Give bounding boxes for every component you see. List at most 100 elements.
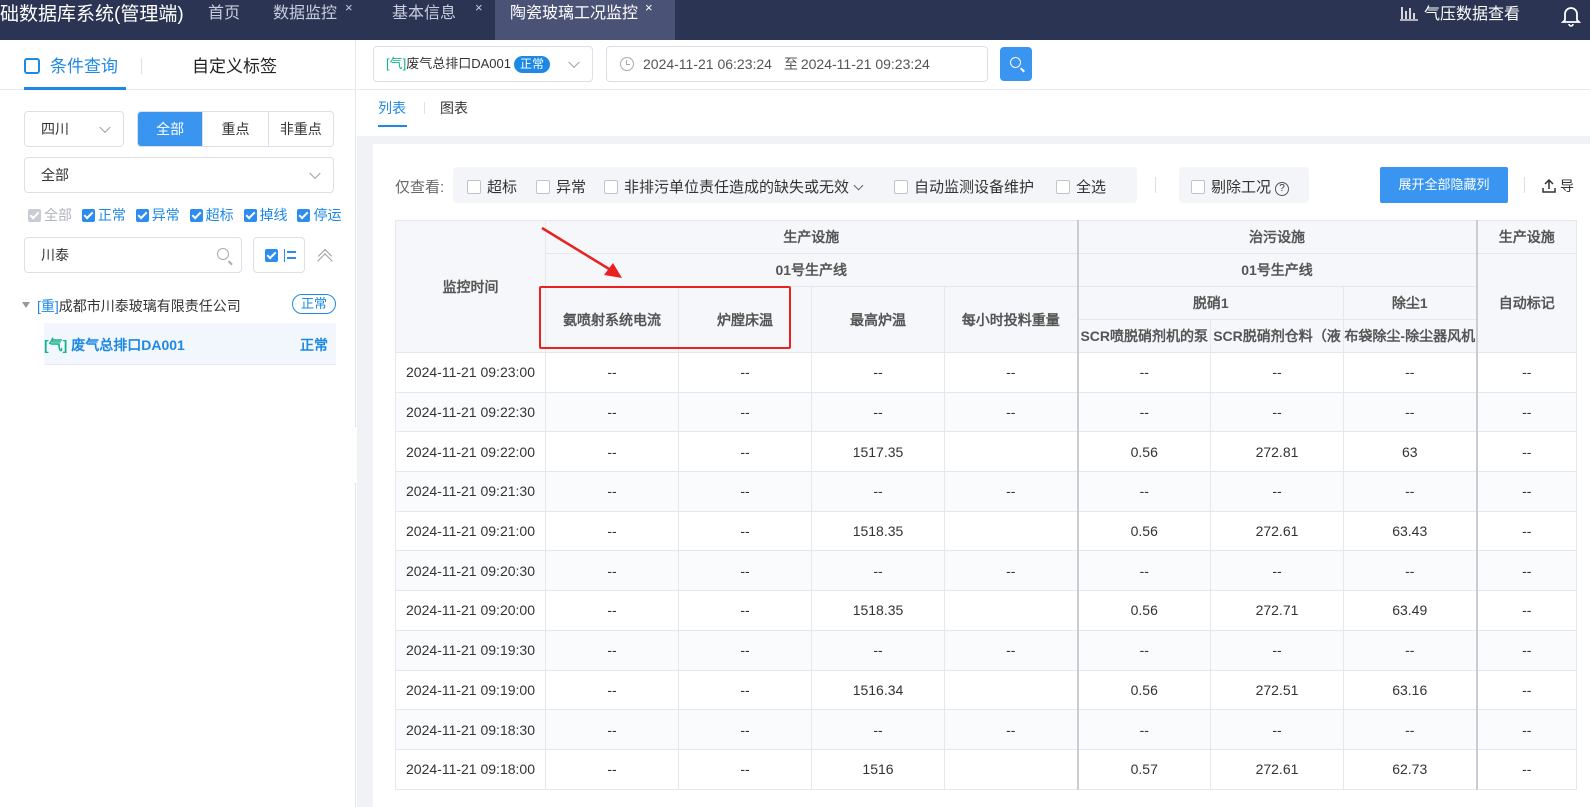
help-icon[interactable]: ? xyxy=(1275,182,1290,196)
table-cell: -- xyxy=(678,352,812,393)
table-cell: 1517.35 xyxy=(811,431,945,473)
table-cell: 0.57 xyxy=(1076,748,1211,790)
expand-hidden-columns-button[interactable]: 展开全部隐藏列 xyxy=(1380,167,1508,203)
tree-check-toggle[interactable] xyxy=(253,237,305,273)
pressure-data-label: 气压数据查看 xyxy=(1423,6,1520,23)
checkbox[interactable] xyxy=(1191,180,1205,194)
table-cell: -- xyxy=(811,629,945,671)
clock-icon xyxy=(620,57,634,71)
checkbox-stopped[interactable] xyxy=(297,209,311,222)
annotation-arrow xyxy=(541,226,622,278)
outlet-select[interactable]: [气]废气总排口DA001 正常 xyxy=(373,46,593,82)
tab-label: 数据监控 xyxy=(273,5,338,22)
filter-label: 仅查看: xyxy=(395,179,445,196)
chevron-down-icon[interactable] xyxy=(853,180,864,191)
col-header-time[interactable]: 监控时间 xyxy=(395,220,546,353)
col-header-bag-filter-fan[interactable]: 布袋除尘-除尘器风机 xyxy=(1343,319,1477,353)
col-header-scr-silo[interactable]: SCR脱硝剂仓料（液 xyxy=(1210,319,1344,353)
checkbox[interactable] xyxy=(1056,180,1070,194)
checkbox-label: 掉线 xyxy=(259,207,288,223)
table-cell: -- xyxy=(1343,550,1477,592)
sub-header-dust: 除尘1 xyxy=(1343,286,1477,320)
table-cell: -- xyxy=(678,629,812,671)
filter-maintenance[interactable]: 自动监测设备维护 xyxy=(894,176,1034,197)
filter-exceed[interactable]: 超标 xyxy=(467,176,517,197)
checkbox-label: 正常 xyxy=(97,207,126,223)
checkbox[interactable] xyxy=(536,180,550,194)
group-header-production-2: 生产设施 xyxy=(1475,220,1577,254)
table-cell: -- xyxy=(1076,352,1211,393)
tab-basic-info[interactable]: 基本信息 × xyxy=(364,0,495,40)
col-header-scr-pump[interactable]: SCR喷脱硝剂机的泵 xyxy=(1076,319,1211,353)
table-cell: -- xyxy=(811,709,945,750)
segment-non-key[interactable]: 非重点 xyxy=(267,112,333,146)
pressure-data-link[interactable]: 气压数据查看 xyxy=(1399,0,1520,40)
tab-label: 基本信息 xyxy=(392,5,457,22)
table-cell: -- xyxy=(545,352,679,393)
checkbox-abnormal[interactable] xyxy=(135,209,149,222)
search-button[interactable] xyxy=(1000,47,1032,81)
table-cell: -- xyxy=(1076,550,1211,592)
table-cell: -- xyxy=(1475,669,1577,711)
checkbox-all xyxy=(28,209,41,222)
table-cell: -- xyxy=(545,709,679,750)
tab-data-monitor[interactable]: 数据监控 × xyxy=(257,0,364,40)
tab-list[interactable]: 列表 xyxy=(378,98,406,118)
filter-select-all[interactable]: 全选 xyxy=(1056,176,1106,197)
checkbox[interactable] xyxy=(604,180,618,194)
close-icon[interactable]: × xyxy=(475,0,483,22)
tab-ceramic-glass-monitor[interactable]: 陶瓷玻璃工况监控 × xyxy=(495,0,675,40)
type-select[interactable]: 全部 xyxy=(24,157,334,193)
bell-icon[interactable] xyxy=(1560,5,1582,27)
filter-abnormal[interactable]: 异常 xyxy=(536,176,586,197)
app-title: 础数据库系统(管理端) xyxy=(0,4,184,25)
col-header-auto-mark[interactable]: 自动标记 xyxy=(1475,253,1577,353)
col-header-max-furnace-temp[interactable]: 最高炉温 xyxy=(811,286,945,353)
region-select[interactable]: 四川 xyxy=(24,111,124,147)
filter-non-liable-missing[interactable]: 非排污单位责任造成的缺失或无效 xyxy=(604,176,864,197)
segment-key[interactable]: 重点 xyxy=(202,112,267,146)
table-cell: -- xyxy=(545,510,679,552)
tree-node-outlet[interactable]: [气] 废气总排口DA001 正常 xyxy=(44,323,336,365)
filter-group: 超标 异常 非排污单位责任造成的缺失或无效 自动监测设备维护 全选 xyxy=(453,167,1137,203)
tab-condition-query[interactable]: 条件查询 xyxy=(24,52,118,77)
export-button[interactable]: 导 xyxy=(1542,176,1574,196)
table-cell xyxy=(944,748,1078,790)
table-cell: -- xyxy=(678,391,812,433)
tab-chart[interactable]: 图表 xyxy=(440,98,468,118)
chevron-down-icon xyxy=(568,56,580,69)
cell-time: 2024-11-21 09:22:30 xyxy=(395,391,546,433)
tab-custom-tags[interactable]: 自定义标签 xyxy=(192,52,277,77)
table-cell: -- xyxy=(1475,629,1577,671)
tab-label: 陶瓷玻璃工况监控 xyxy=(510,5,639,22)
date-end: 2024-11-21 09:23:24 xyxy=(800,56,930,72)
query-toolbar: [气]废气总排口DA001 正常 2024-11-21 06:23:24 至 202… xyxy=(357,40,1590,90)
table-cell: 1518.35 xyxy=(811,590,945,631)
table-cell: 62.73 xyxy=(1343,748,1477,790)
date-range-picker[interactable]: 2024-11-21 06:23:24 至 2024-11-21 09:23:24 xyxy=(606,46,988,82)
tab-home[interactable]: 首页 xyxy=(193,0,257,40)
checkbox-normal[interactable] xyxy=(81,209,95,222)
checkbox[interactable] xyxy=(894,180,908,194)
chevron-down-icon xyxy=(99,121,111,134)
checkbox-offline[interactable] xyxy=(243,209,257,222)
filter-exclude-condition[interactable]: 剔除工况? xyxy=(1191,176,1290,197)
search-icon[interactable] xyxy=(217,248,229,260)
tree-node-company[interactable]: [重]成都市川泰玻璃有限责任公司 正常 xyxy=(22,294,336,320)
table-cell: -- xyxy=(1475,590,1577,631)
segment-all[interactable]: 全部 xyxy=(138,112,203,146)
table-cell: -- xyxy=(1475,709,1577,750)
cell-time: 2024-11-21 09:19:30 xyxy=(395,629,546,671)
table-row: 2024-11-21 09:19:00 -- -- 1516.34 0.56 272.51… xyxy=(395,669,1577,711)
checkbox[interactable] xyxy=(467,180,481,194)
checkbox-label: 全部 xyxy=(44,207,72,223)
collapse-up-icon[interactable] xyxy=(317,248,333,264)
table-cell: 0.56 xyxy=(1076,669,1211,711)
table-cell: 1516.34 xyxy=(811,669,945,711)
close-icon[interactable]: × xyxy=(345,0,353,22)
close-icon[interactable]: × xyxy=(645,0,653,22)
col-header-hourly-feed[interactable]: 每小时投料重量 xyxy=(944,286,1078,353)
search-input[interactable]: 川泰 xyxy=(24,237,242,273)
expand-caret-icon[interactable] xyxy=(22,302,30,308)
checkbox-exceed[interactable] xyxy=(189,209,203,222)
